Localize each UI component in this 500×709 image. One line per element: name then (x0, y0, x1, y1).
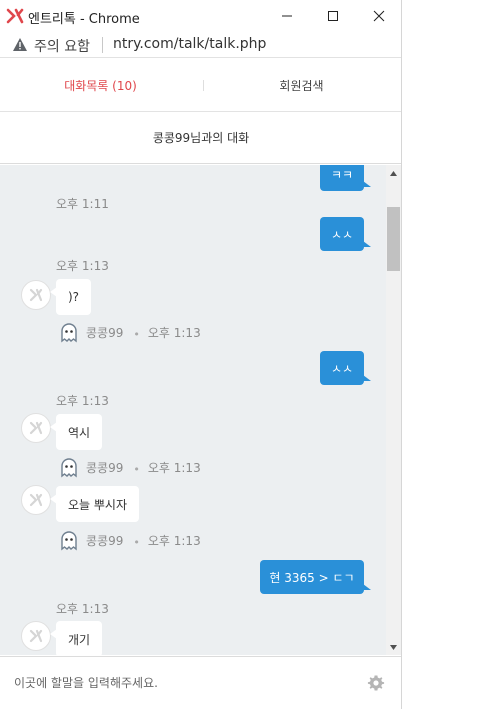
message-bubble-in: )? (49, 279, 92, 315)
ghost-avatar-icon (61, 458, 77, 478)
message-bubble-out: ㅅㅅ (320, 351, 371, 385)
ghost-avatar-icon (61, 323, 77, 343)
message-bubble-out: ㅅㅅ (320, 217, 371, 251)
message-text: ㅋㅋ (330, 167, 354, 182)
sender-name[interactable]: 콩콩99 (86, 532, 123, 549)
message-bubble-in: 개기 (49, 621, 103, 655)
message-bubble-out: 현 3365 > ㄷㄱ (260, 560, 371, 594)
browser-window: 엔트리톡 - Chrome 주의 요함 ntry.com/talk/talk.p… (0, 0, 402, 709)
avatar[interactable] (21, 280, 51, 310)
tab-member-search[interactable]: 회원검색 (201, 59, 401, 112)
sender-name[interactable]: 콩콩99 (86, 324, 123, 341)
message-input[interactable] (14, 671, 344, 695)
message-bubble-in: 오늘 뿌시자 (49, 486, 140, 522)
sender-time: 오후 1:13 (147, 460, 201, 475)
message-text: 역시 (68, 425, 91, 440)
close-icon (373, 10, 385, 22)
url-text[interactable]: ntry.com/talk/talk.php (113, 36, 266, 52)
address-bar[interactable]: 주의 요함 ntry.com/talk/talk.php (0, 32, 401, 58)
address-divider (102, 37, 103, 53)
entry-avatar-icon (29, 629, 43, 643)
sender-time: 오후 1:13 (147, 325, 201, 340)
sender-info: 콩콩99 • 오후 1:13 (58, 457, 201, 478)
scroll-up-button[interactable] (386, 165, 401, 181)
avatar[interactable] (21, 621, 51, 651)
message-text: ㅅㅅ (330, 361, 354, 376)
tab-chat-list[interactable]: 대화목록 (10) (0, 59, 201, 112)
entry-avatar-icon (29, 421, 43, 435)
message-text: 현 3365 > ㄷㄱ (269, 570, 355, 585)
message-time: 오후 1:11 (56, 197, 109, 211)
separator-dot: • (133, 535, 140, 549)
message-text: 오늘 뿌시자 (68, 497, 128, 512)
message-time: 오후 1:13 (56, 394, 109, 408)
entry-avatar-icon (29, 493, 43, 507)
message-time: 오후 1:13 (56, 602, 109, 616)
conversation-title: 콩콩99님과의 대화 (0, 112, 401, 164)
gear-icon[interactable] (367, 674, 385, 692)
message-bubble-out: ㅋㅋ (320, 165, 371, 191)
chat-scrollbar[interactable] (386, 165, 401, 655)
message-composer (0, 656, 401, 709)
message-bubble-in: 역시 (49, 414, 103, 450)
entry-logo-icon (6, 8, 24, 24)
avatar[interactable] (21, 413, 51, 443)
message-time: 오후 1:13 (56, 259, 109, 273)
title-bar: 엔트리톡 - Chrome (0, 0, 401, 32)
scroll-up-icon (390, 170, 397, 176)
ghost-avatar-icon (61, 531, 77, 551)
avatar[interactable] (21, 485, 51, 515)
sender-info: 콩콩99 • 오후 1:13 (58, 530, 201, 551)
scroll-down-button[interactable] (386, 639, 401, 655)
minimize-button[interactable] (264, 0, 310, 32)
sender-name[interactable]: 콩콩99 (86, 459, 123, 476)
sender-time: 오후 1:13 (147, 533, 201, 548)
scroll-down-icon (390, 644, 397, 650)
window-title: 엔트리톡 - Chrome (28, 12, 140, 27)
maximize-button[interactable] (310, 0, 356, 32)
sender-info: 콩콩99 • 오후 1:13 (58, 322, 201, 343)
entry-avatar-icon (29, 288, 43, 302)
chat-area[interactable]: ㅋㅋ 오후 1:11 ㅅㅅ 오후 1:13 )? 콩콩99 • 오후 1:13 … (0, 165, 386, 655)
message-text: )? (68, 290, 80, 304)
scroll-thumb[interactable] (387, 207, 400, 271)
minimize-icon (282, 15, 292, 17)
security-warning-label[interactable]: 주의 요함 (34, 36, 90, 56)
message-text: ㅅㅅ (330, 227, 354, 242)
separator-dot: • (133, 462, 140, 476)
tab-bar: 대화목록 (10) 회원검색 (0, 59, 401, 112)
message-text: 개기 (68, 632, 91, 647)
close-button[interactable] (356, 0, 401, 32)
separator-dot: • (133, 327, 140, 341)
maximize-icon (328, 11, 338, 21)
warning-icon (13, 38, 27, 51)
